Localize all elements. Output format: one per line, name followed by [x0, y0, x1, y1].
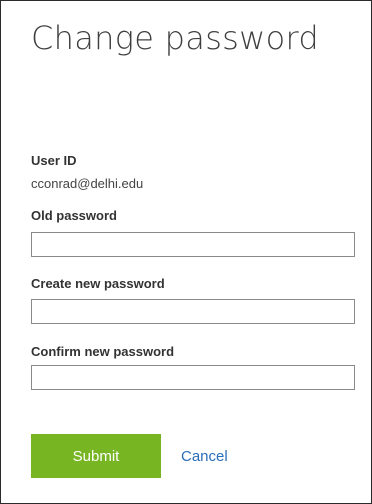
confirm-password-input[interactable]	[31, 365, 355, 390]
old-password-input[interactable]	[31, 232, 355, 257]
page-title: Change password	[31, 19, 319, 57]
old-password-label: Old password	[31, 208, 117, 223]
submit-button[interactable]: Submit	[31, 434, 161, 478]
new-password-input[interactable]	[31, 299, 355, 324]
confirm-password-label: Confirm new password	[31, 344, 175, 359]
new-password-label: Create new password	[31, 276, 165, 291]
cancel-link[interactable]: Cancel	[181, 448, 228, 465]
user-id-label: User ID	[31, 153, 77, 168]
user-id-value: cconrad@delhi.edu	[31, 176, 144, 191]
change-password-panel: Change password User ID cconrad@delhi.ed…	[0, 0, 372, 504]
